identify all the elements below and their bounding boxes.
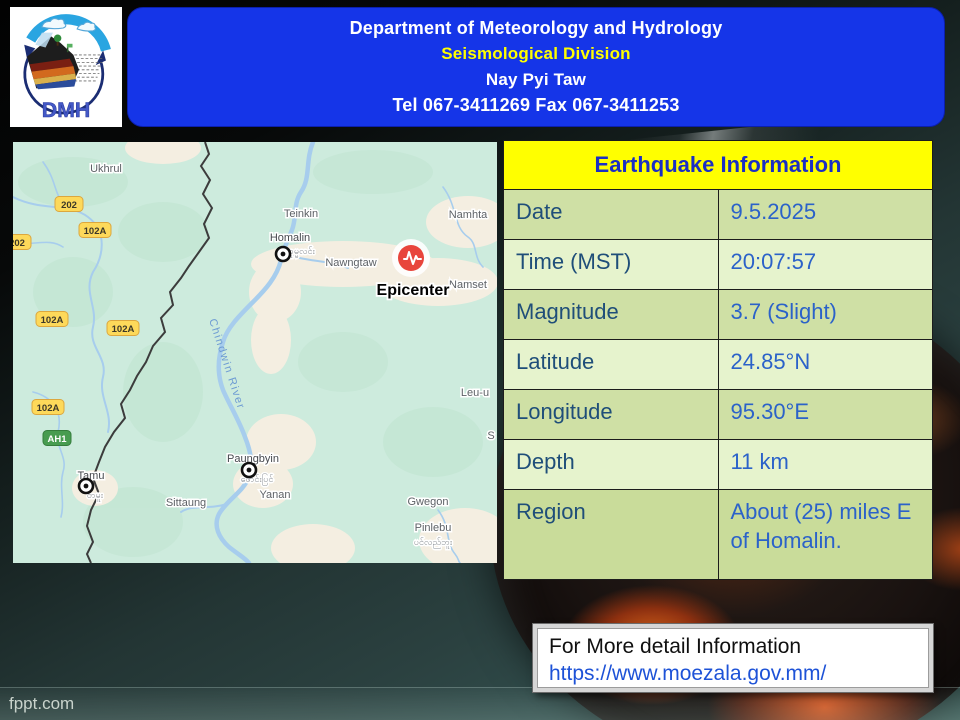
footer-info-box: For More detail Information https://www.… [533,624,933,692]
city-marker-paungbyin [242,463,256,477]
table-row-depth: Depth 11 km [504,440,933,490]
map-label-pinlebu: Pinlebu [415,522,452,534]
city-marker-tamu [79,479,93,493]
row-label: Date [504,190,719,240]
table-row-latitude: Latitude 24.85°N [504,340,933,390]
fppt-watermark: fppt.com [9,694,74,714]
road-badge-ah1: AH1 [43,431,71,446]
svg-text:102A: 102A [84,226,107,237]
moezala-link[interactable]: https://www.moezala.gov.mm/ [549,660,826,687]
earthquake-table: Earthquake Information Date 9.5.2025 Tim… [503,140,933,580]
road-badge-102a-4: 102A [32,400,64,415]
svg-text:102A: 102A [37,403,60,414]
contact-numbers: Tel 067-3411269 Fax 067-3411253 [136,95,936,116]
map-label-gwegon: Gwegon [408,496,449,508]
svg-text:AH1: AH1 [47,434,67,445]
road-badge-102a-3: 102A [107,321,139,336]
row-label: Longitude [504,390,719,440]
map-label-yanan: Yanan [260,489,291,501]
row-value: 3.7 (Slight) [718,290,933,340]
slide: DMH Department of Meteorology and Hydrol… [0,0,960,720]
row-value: 95.30°E [718,390,933,440]
table-row-time: Time (MST) 20:07:57 [504,240,933,290]
logo-dmh-text: DMH [42,98,91,122]
earthquake-table-panel: Earthquake Information Date 9.5.2025 Tim… [503,140,933,580]
row-label: Region [504,490,719,580]
row-value: About (25) miles E of Homalin. [718,490,933,580]
dmh-logo-graphic: DMH [14,10,118,124]
division-title: Seismological Division [136,44,936,64]
city-title: Nay Pyi Taw [136,70,936,90]
map-label-s-cut: S [487,430,494,442]
svg-text:202: 202 [61,200,77,211]
map-panel: Chindwin River 202 202 102A 102A 102A [13,142,497,563]
map-label-nawngtaw: Nawngtaw [325,257,376,269]
table-row-region: Region About (25) miles E of Homalin. [504,490,933,580]
road-badge-202b: 202 [13,235,31,250]
map-label-teinkin: Teinkin [284,208,318,220]
row-label: Time (MST) [504,240,719,290]
org-title: Department of Meteorology and Hydrology [136,18,936,39]
dmh-logo: DMH [10,7,122,127]
table-title: Earthquake Information [504,141,933,190]
row-label: Magnitude [504,290,719,340]
road-badge-102a-1: 102A [79,223,111,238]
map-label-leu-u: Leu-u [461,387,489,399]
footer-text: For More detail Information [549,633,917,660]
map-label-sittaung: Sittaung [166,497,206,509]
epicenter-map: Chindwin River 202 202 102A 102A 102A [13,142,497,563]
road-badge-102a-2: 102A [36,312,68,327]
row-label: Depth [504,440,719,490]
road-badge-202: 202 [55,197,83,212]
epicenter-label: Epicenter [377,282,450,299]
header-banner: Department of Meteorology and Hydrology … [127,7,945,127]
map-label-ukhrul: Ukhrul [90,163,122,175]
table-row-magnitude: Magnitude 3.7 (Slight) [504,290,933,340]
table-row-date: Date 9.5.2025 [504,190,933,240]
row-value: 20:07:57 [718,240,933,290]
table-row-longitude: Longitude 95.30°E [504,390,933,440]
svg-text:102A: 102A [112,324,135,335]
svg-text:102A: 102A [41,315,64,326]
map-label-namset: Namset [449,279,487,291]
map-label-namhta: Namhta [449,209,488,221]
epicenter-marker [392,239,430,277]
city-marker-homalin [276,247,290,261]
map-label-homalin: Homalin [270,232,310,244]
row-value: 9.5.2025 [718,190,933,240]
row-label: Latitude [504,340,719,390]
svg-text:202: 202 [13,238,25,249]
row-value: 24.85°N [718,340,933,390]
row-value: 11 km [718,440,933,490]
